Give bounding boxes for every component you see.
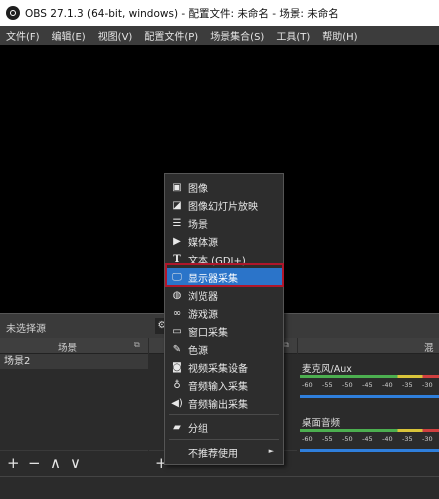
scenes-dock-header: 场景 ⧉ [0,338,148,354]
meter-tick-label: -40 [382,435,393,443]
menu-item-label: 音频输出采集 [188,399,248,411]
menu-item-label: 浏览器 [188,291,218,303]
meter-tick-label: -30 [422,435,433,443]
slideshow-icon: ◪ [172,199,182,211]
remove-scene-button[interactable]: − [28,454,41,472]
blank-icon [171,446,183,458]
window-title: OBS 27.1.3 (64-bit, windows) - 配置文件: 未命名… [25,7,339,20]
meter-scale: -60 -55 -50 -45 -40 -35 -30 [300,381,439,391]
volume-slider[interactable] [300,449,439,452]
folder-icon: ▰ [173,421,181,433]
meter-tick-label: -60 [302,381,313,389]
volume-slider[interactable] [300,395,439,398]
mixer-channel-name: 桌面音频 [302,418,341,429]
add-source-menu: ▣ 图像 ◪ 图像幻灯片放映 ☰ 场景 ▶ 媒体源 T 文本 (GDI+) 🖵 … [164,173,284,465]
meter-scale: -60 -55 -50 -45 -40 -35 -30 [300,435,439,445]
window-icon: ▭ [172,325,182,337]
menubar: 文件(F) 编辑(E) 视图(V) 配置文件(P) 场景集合(S) 工具(T) … [0,26,439,45]
meter-tick-label: -35 [402,381,413,389]
menu-item-window-capture[interactable]: ▭ 窗口采集 [166,322,282,340]
menu-item-label: 音频输入采集 [188,381,248,393]
mixer-dock-header: 混音 [298,338,439,368]
menu-item-group[interactable]: ▰ 分组 [166,418,282,436]
menu-profile[interactable]: 配置文件(P) [138,28,204,43]
menu-view[interactable]: 视图(V) [92,28,139,43]
menu-item-image[interactable]: ▣ 图像 [166,178,282,196]
meter-tick-label: -55 [322,381,333,389]
mixer-channel-name: 麦克风/Aux [302,364,352,375]
menu-item-media-source[interactable]: ▶ 媒体源 [166,232,282,250]
menu-item-audio-input-capture[interactable]: ♁ 音频输入采集 [166,376,282,394]
camera-icon: ◙ [172,361,182,373]
scenes-list: 场景2 [0,354,148,450]
menu-item-label: 窗口采集 [188,327,228,339]
menu-help[interactable]: 帮助(H) [316,28,363,43]
meter-tick-label: -45 [362,381,373,389]
image-icon: ▣ [172,181,182,193]
play-icon: ▶ [173,235,181,247]
menu-item-label: 媒体源 [188,237,218,249]
menu-item-label: 游戏源 [188,309,218,321]
meter-tick-label: -50 [342,435,353,443]
submenu-arrow-icon: ► [268,447,274,455]
menu-item-audio-output-capture[interactable]: ◀) 音频输出采集 [166,394,282,412]
menu-file[interactable]: 文件(F) [0,28,46,43]
gamepad-icon: ∞ [172,307,182,319]
menu-item-label: 图像 [188,183,208,195]
obs-logo-icon [6,6,20,20]
menu-item-label: 视频采集设备 [188,363,248,375]
meter-tick-label: -50 [342,381,353,389]
speaker-icon: ◀) [171,397,183,409]
menu-edit[interactable]: 编辑(E) [46,28,92,43]
menu-tools[interactable]: 工具(T) [270,28,316,43]
menu-scene-collection[interactable]: 场景集合(S) [204,28,270,43]
move-scene-down-button[interactable]: ∨ [70,454,81,472]
menu-item-browser[interactable]: ◍ 浏览器 [166,286,282,304]
menu-item-game-capture[interactable]: ∞ 游戏源 [166,304,282,322]
menu-item-label: 场景 [188,219,208,231]
meter-tick-label: -45 [362,435,373,443]
audio-meter [300,429,439,432]
scene-list-icon: ☰ [172,217,182,229]
meter-tick-label: -55 [322,435,333,443]
meter-tick-label: -60 [302,435,313,443]
menu-item-video-capture-device[interactable]: ◙ 视频采集设备 [166,358,282,376]
menu-item-label: 色源 [188,345,208,357]
menu-item-label: 分组 [188,423,208,435]
globe-icon: ◍ [172,289,182,301]
move-scene-up-button[interactable]: ∧ [50,454,61,472]
status-bar [0,476,439,499]
menu-item-image-slideshow[interactable]: ◪ 图像幻灯片放映 [166,196,282,214]
audio-meter [300,375,439,378]
menu-separator [169,439,279,440]
meter-tick-label: -30 [422,381,433,389]
meter-tick-label: -40 [382,381,393,389]
menu-item-label: 不推荐使用 [188,448,238,460]
microphone-icon: ♁ [173,379,181,391]
scene-item[interactable]: 场景2 [0,354,148,369]
add-scene-button[interactable]: + [7,454,20,472]
menu-item-deprecated[interactable]: 不推荐使用 ► [166,443,282,461]
scenes-footer: + − ∧ ∨ [0,450,148,477]
menu-item-color-source[interactable]: ✎ 色源 [166,340,282,358]
menu-item-scene[interactable]: ☰ 场景 [166,214,282,232]
brush-icon: ✎ [172,343,182,355]
highlight-annotation [165,263,284,287]
no-source-label: 未选择源 [6,324,46,335]
scenes-dock-title: 场景 [58,343,78,354]
menu-item-label: 图像幻灯片放映 [188,201,258,213]
meter-tick-label: -35 [402,435,413,443]
menu-separator [169,414,279,415]
window-titlebar: OBS 27.1.3 (64-bit, windows) - 配置文件: 未命名… [0,0,439,26]
undock-icon[interactable]: ⧉ [134,340,140,350]
